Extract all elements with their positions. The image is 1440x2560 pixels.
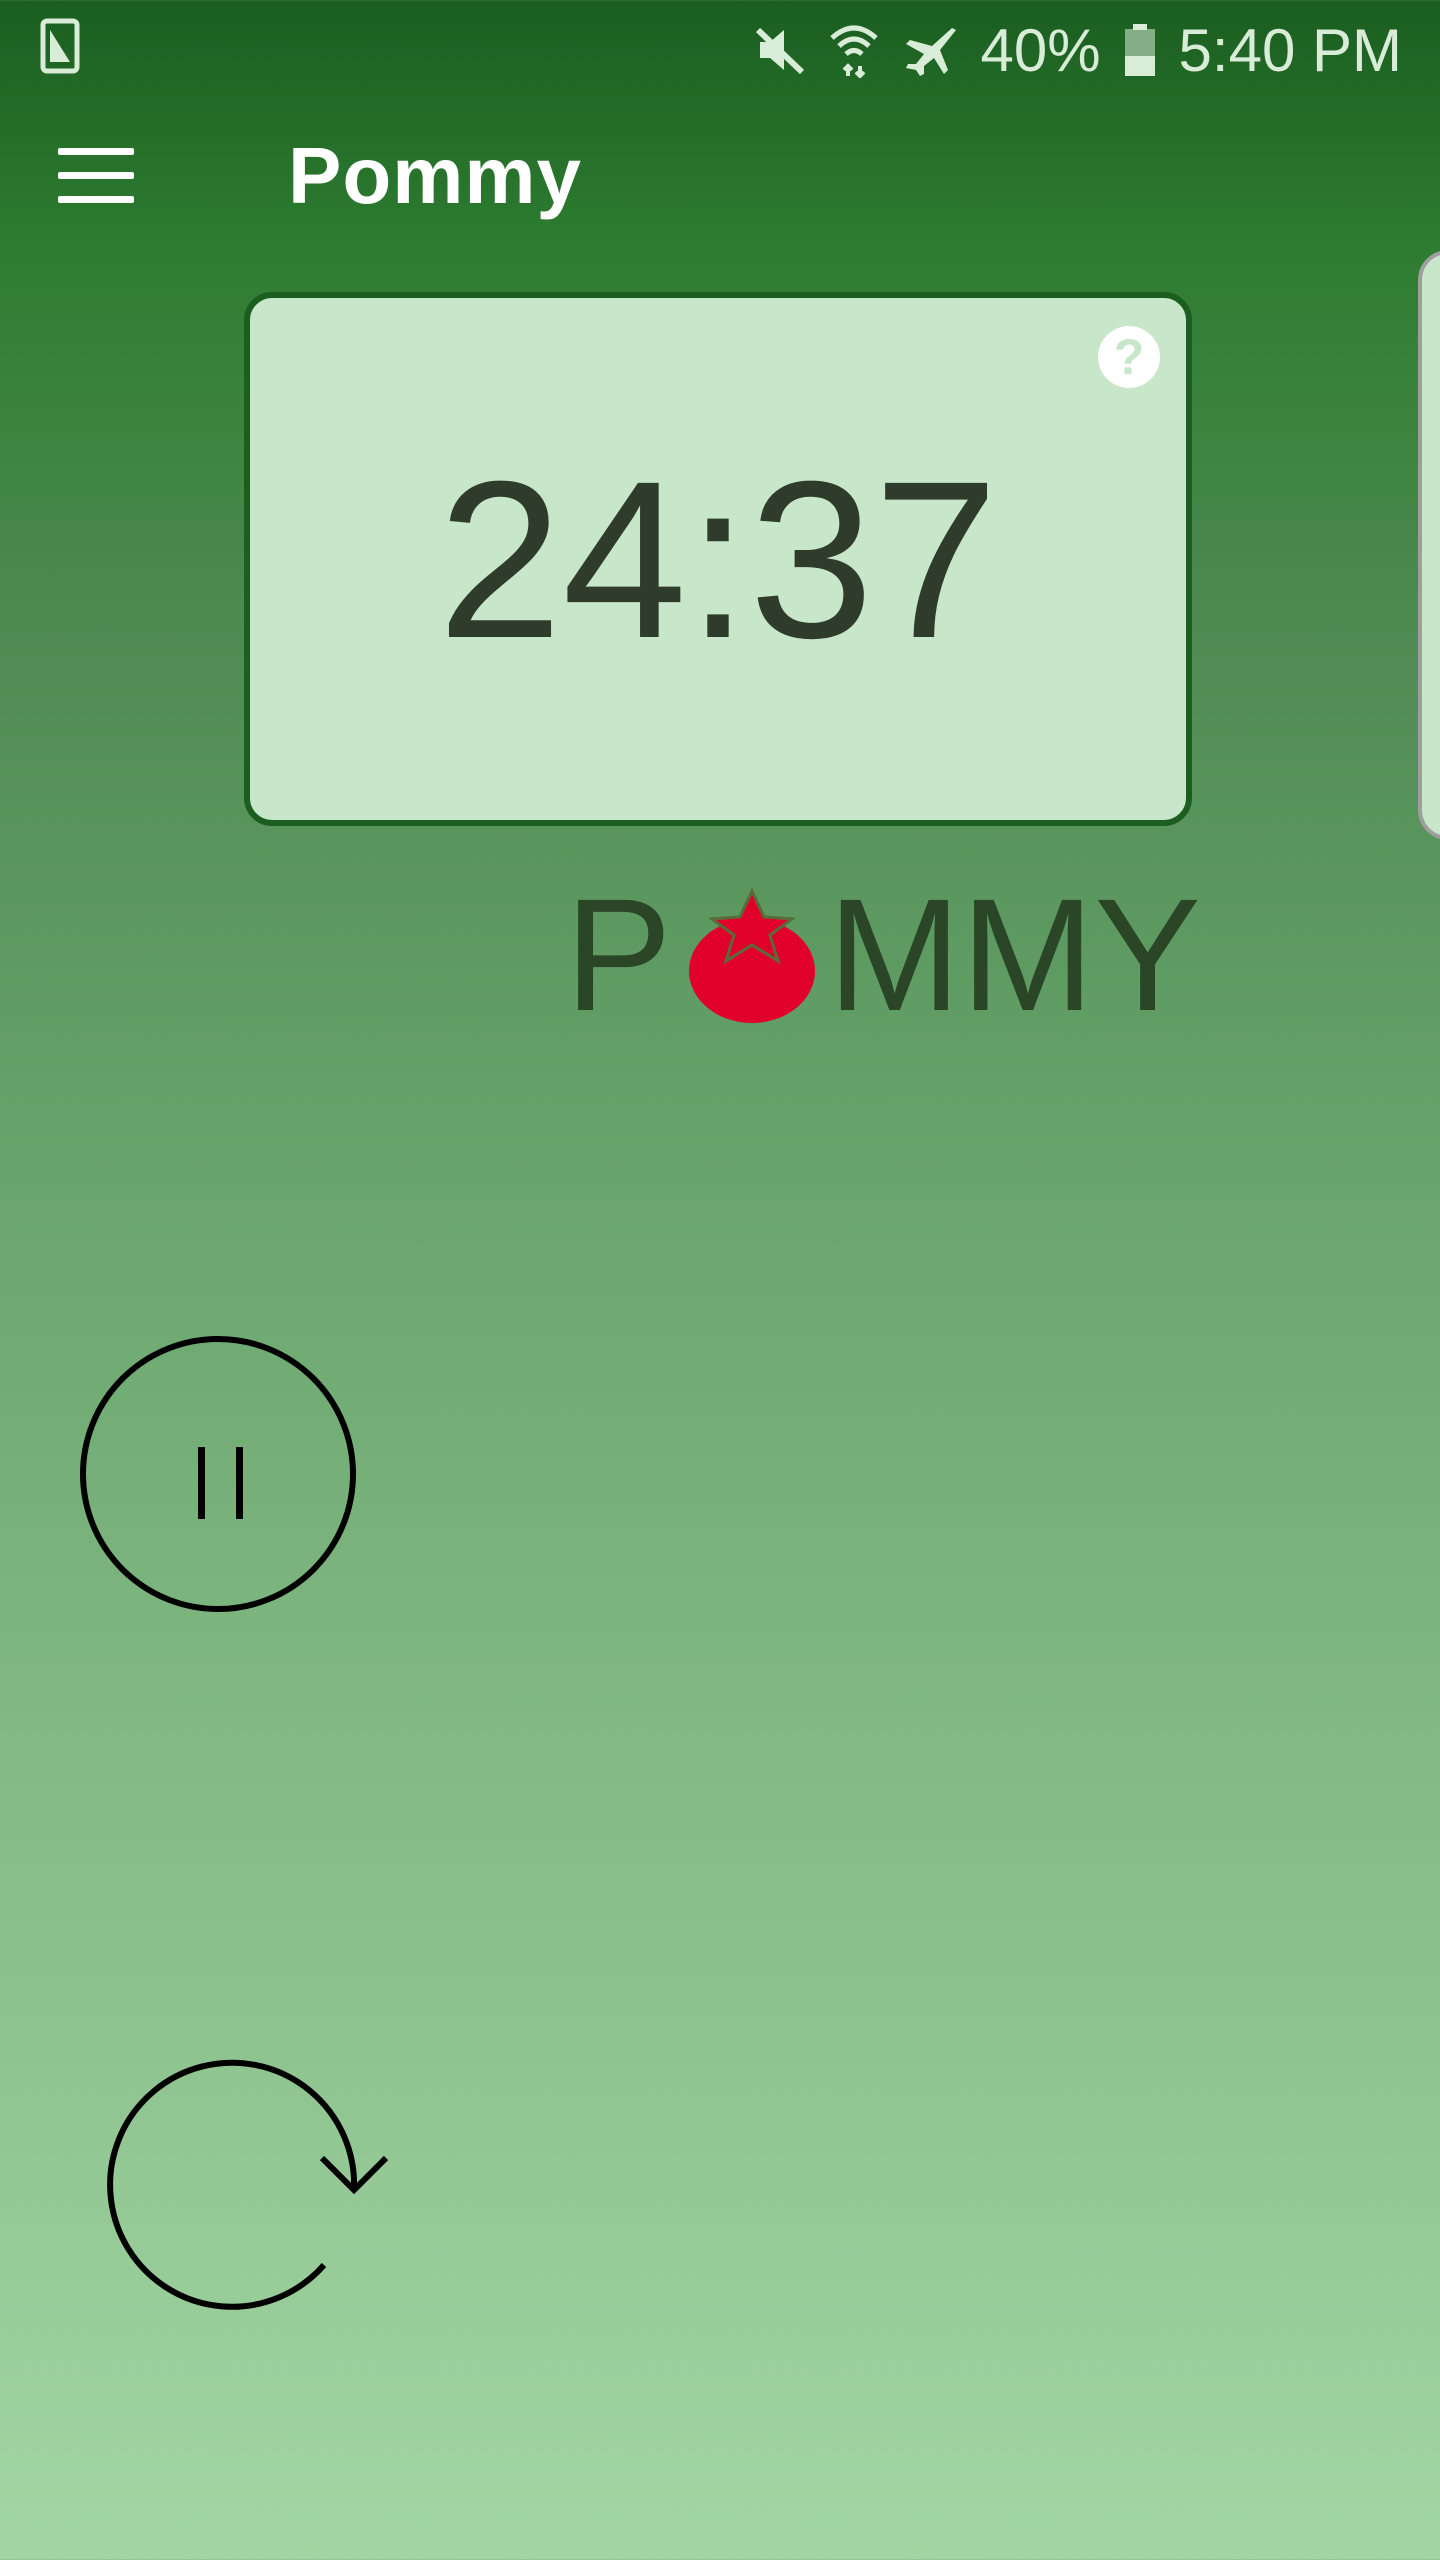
screen-icon [40,18,100,78]
pause-button[interactable] [80,1336,356,1612]
timer-display: 24:37 [437,435,999,685]
reset-icon [107,2059,389,2310]
app-title: Pommy [288,131,582,220]
clock-time: 5:40 PM [1178,16,1402,84]
mute-icon [754,24,806,76]
status-bar: 40% 5:40 PM [0,0,1440,96]
pause-bar-left [198,1447,205,1519]
airplane-icon [902,22,958,78]
timer-card[interactable]: ? 24:37 [244,292,1192,826]
hamburger-menu-icon[interactable] [42,136,150,216]
help-icon[interactable]: ? [1098,326,1160,388]
logo-suffix: MMY [827,865,1201,1044]
pommy-logo: P MMY [565,875,1205,1035]
battery-icon [1123,22,1157,78]
pause-bar-right [236,1447,243,1519]
reset-button[interactable] [100,2055,400,2325]
tomato-icon [688,887,815,1023]
next-card-peek[interactable] [1418,250,1440,840]
status-icons: 40% 5:40 PM [754,10,1402,90]
wifi-icon [828,22,880,78]
battery-percent: 40% [980,16,1101,84]
app-bar: Pommy [0,96,1440,258]
logo-prefix: P [565,865,672,1044]
